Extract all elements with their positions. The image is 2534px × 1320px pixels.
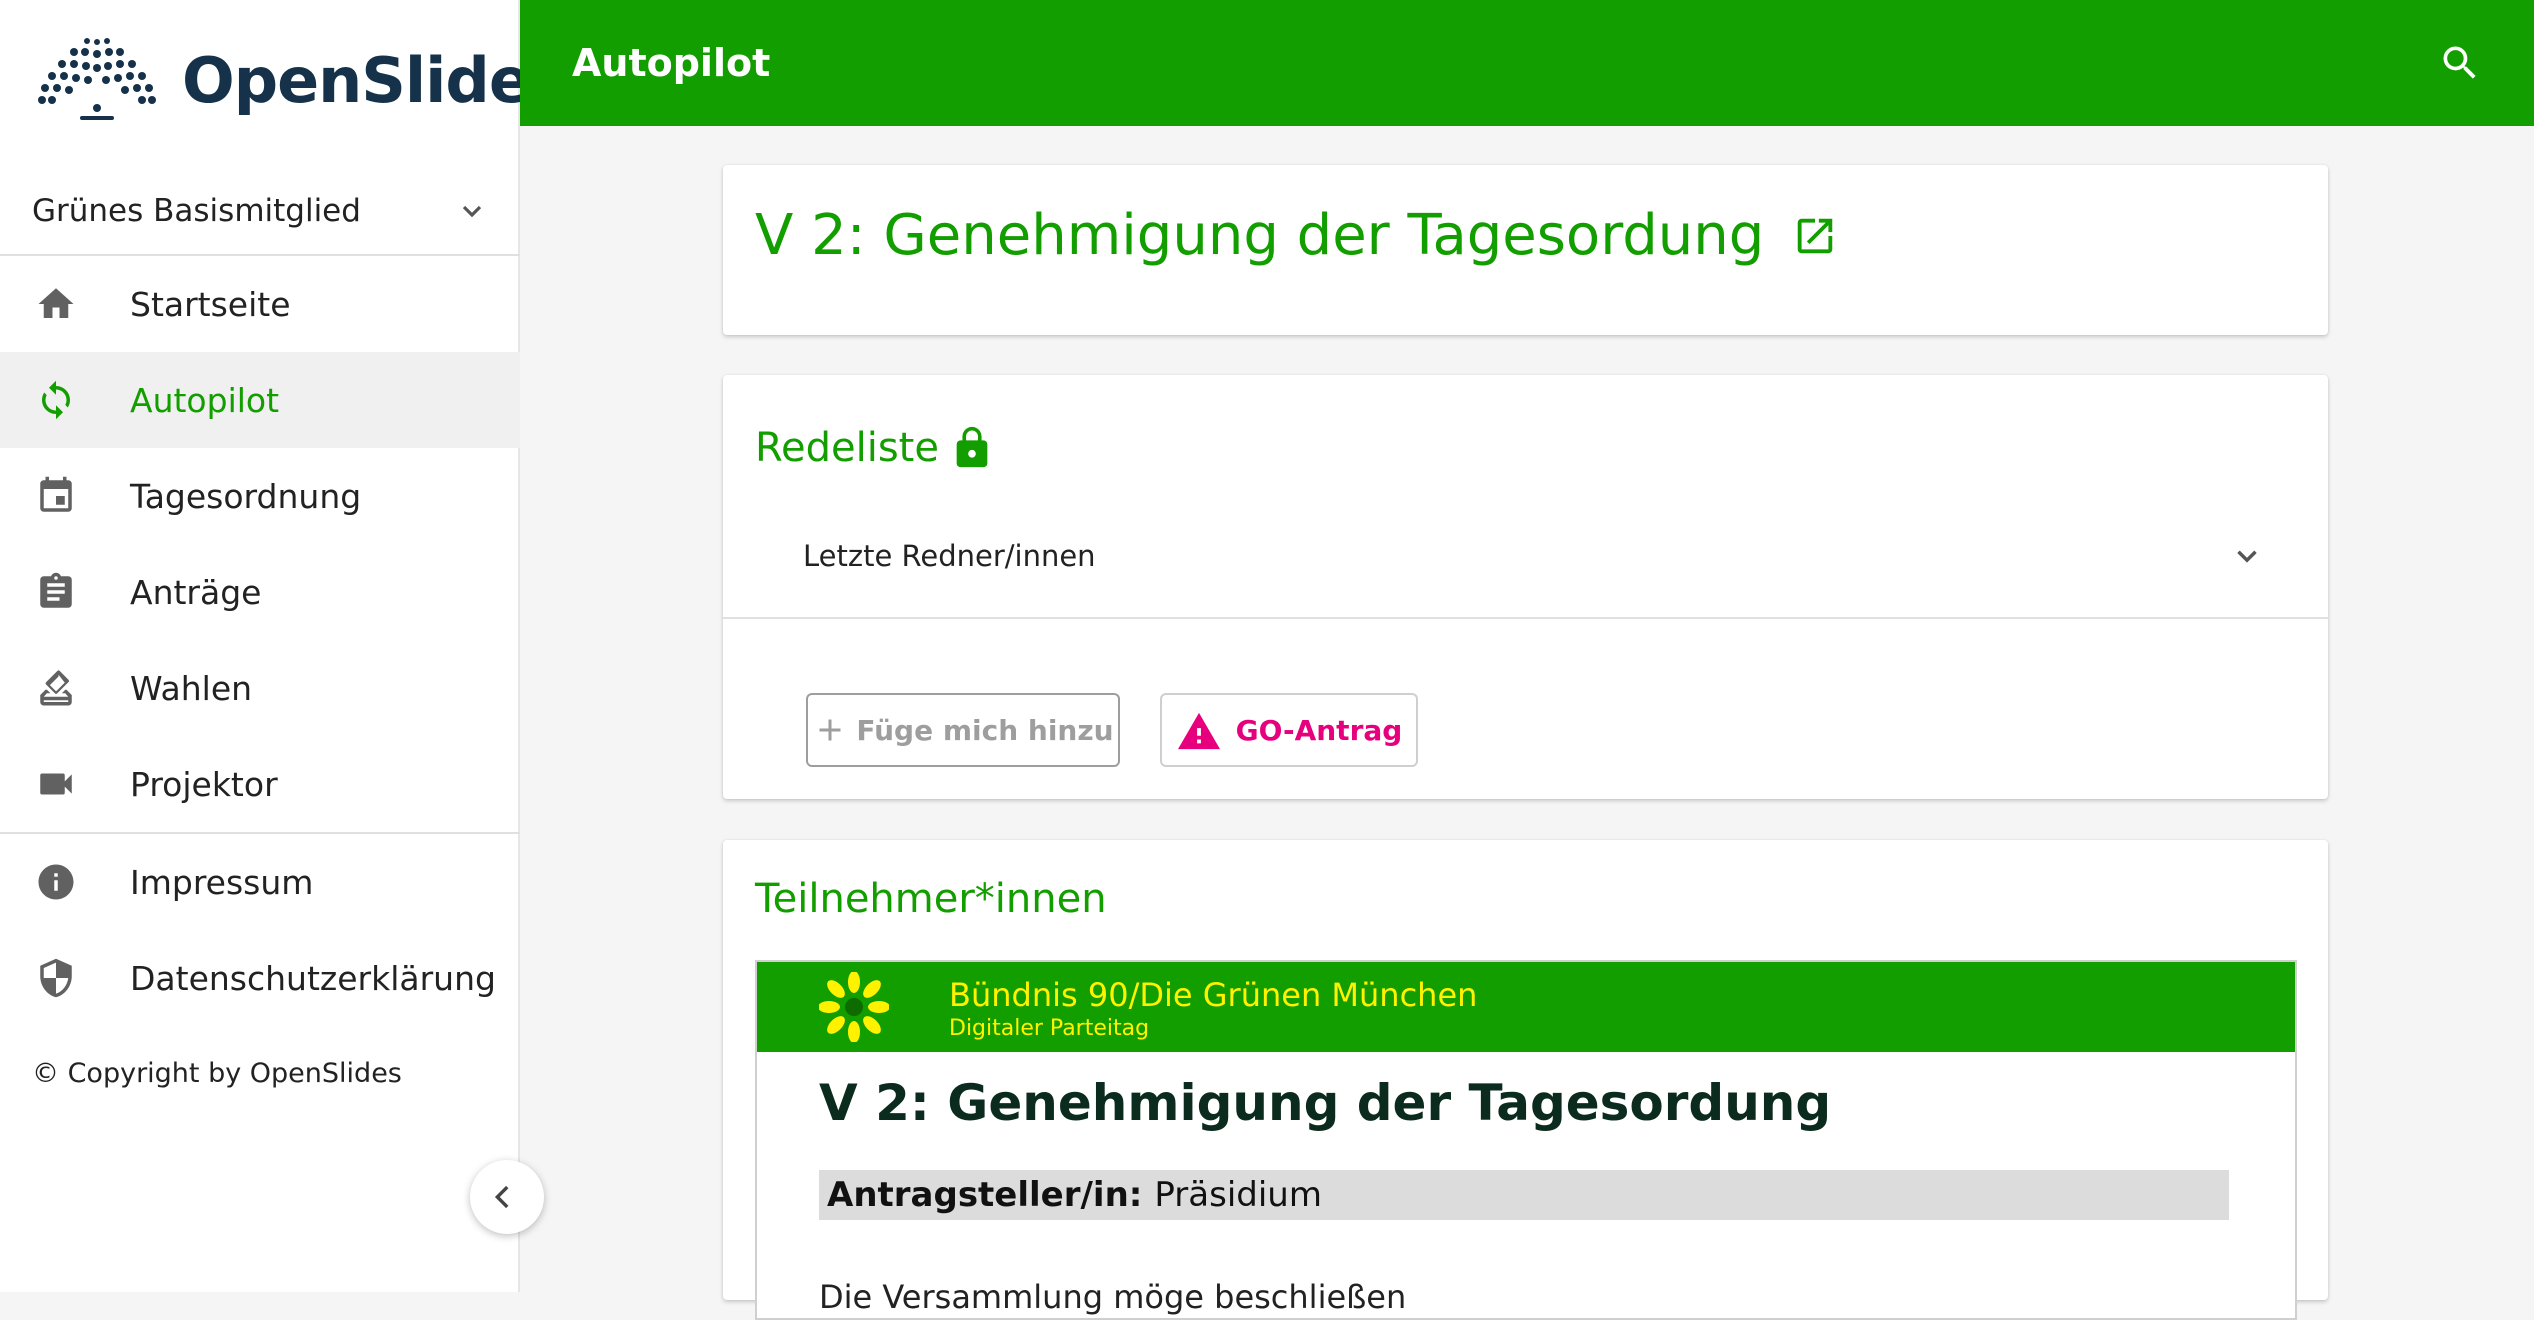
add-me-button[interactable]: Füge mich hinzu bbox=[806, 693, 1120, 767]
warning-icon bbox=[1177, 712, 1220, 750]
clipboard-icon bbox=[34, 570, 78, 614]
agenda-item-title-link[interactable]: V 2: Genehmigung der Tagesordung bbox=[755, 203, 1838, 268]
sidebar-item-antraege[interactable]: Anträge bbox=[0, 544, 520, 640]
projector-event-name: Digitaler Parteitag bbox=[949, 1016, 1150, 1041]
sidebar-item-wahlen[interactable]: Wahlen bbox=[0, 640, 520, 736]
point-of-order-label: GO-Antrag bbox=[1235, 713, 1403, 747]
speakers-heading: Redeliste bbox=[755, 425, 995, 471]
home-icon bbox=[34, 282, 78, 326]
user-menu[interactable]: Grünes Basismitglied bbox=[0, 168, 520, 256]
sidebar-item-tagesordnung[interactable]: Tagesordnung bbox=[0, 448, 520, 544]
last-speakers-expander[interactable]: Letzte Redner/innen bbox=[723, 495, 2328, 619]
chevron-down-icon bbox=[2237, 550, 2257, 563]
sidebar-item-autopilot[interactable]: Autopilot bbox=[0, 352, 520, 448]
app-name: OpenSlides bbox=[182, 43, 567, 117]
point-of-order-button[interactable]: GO-Antrag bbox=[1160, 693, 1418, 767]
autopilot-sync-icon bbox=[34, 378, 78, 422]
projector-header: Bündnis 90/Die Grünen München Digitaler … bbox=[757, 962, 2295, 1052]
copyright-text[interactable]: © Copyright by OpenSlides bbox=[32, 1058, 402, 1089]
plus-icon bbox=[819, 719, 841, 741]
app-logo[interactable]: OpenSlides bbox=[32, 30, 567, 130]
sidebar-item-label: Tagesordnung bbox=[130, 476, 362, 516]
sidebar-item-startseite[interactable]: Startseite bbox=[0, 256, 520, 352]
chevron-left-icon bbox=[494, 1185, 509, 1209]
info-icon bbox=[34, 860, 78, 904]
page-title: Autopilot bbox=[572, 41, 771, 85]
sidebar-info-nav: Impressum Datenschutzerklärung bbox=[0, 834, 520, 1026]
user-name: Grünes Basismitglied bbox=[32, 193, 361, 229]
sidebar-item-label: Wahlen bbox=[130, 668, 253, 708]
participants-card: Teilnehmer*innen Bündnis 90/Die Grünen M… bbox=[723, 840, 2328, 1320]
sidebar-item-impressum[interactable]: Impressum bbox=[0, 834, 520, 930]
ballot-box-icon bbox=[34, 666, 78, 710]
projector-slide-title: V 2: Genehmigung der Tagesordung bbox=[819, 1074, 1832, 1132]
sidebar-item-label: Startseite bbox=[130, 284, 291, 324]
sidebar-item-label: Anträge bbox=[130, 572, 262, 612]
sidebar-item-datenschutz[interactable]: Datenschutzerklärung bbox=[0, 930, 520, 1026]
add-me-label: Füge mich hinzu bbox=[856, 713, 1114, 747]
projector-slide-text: Die Versammlung möge beschließen bbox=[819, 1278, 1407, 1316]
calendar-icon bbox=[34, 474, 78, 518]
speakers-card: Redeliste Letzte Redner/innen Füge mich … bbox=[723, 375, 2328, 799]
submitter-label: Antragsteller/in: bbox=[827, 1175, 1143, 1215]
sidebar-item-projektor[interactable]: Projektor bbox=[0, 736, 520, 832]
participants-heading: Teilnehmer*innen bbox=[755, 876, 1107, 922]
sidebar-item-label: Projektor bbox=[130, 764, 278, 804]
search-icon[interactable] bbox=[2438, 41, 2482, 85]
chevron-down-icon bbox=[462, 205, 482, 218]
sidebar-nav: Startseite Autopilot Tagesordnung Anträg… bbox=[0, 256, 520, 834]
sidebar-item-label: Impressum bbox=[130, 862, 314, 902]
sidebar: OpenSlides Grünes Basismitglied Startsei… bbox=[0, 0, 567, 1292]
videocam-icon bbox=[34, 762, 78, 806]
projector-submitter: Antragsteller/in: Präsidium bbox=[819, 1170, 2229, 1220]
speakers-heading-label: Redeliste bbox=[755, 425, 939, 471]
top-toolbar: Autopilot bbox=[520, 0, 2534, 126]
sidebar-item-label: Datenschutzerklärung bbox=[130, 958, 496, 998]
last-speakers-label: Letzte Redner/innen bbox=[803, 539, 1096, 573]
shield-icon bbox=[34, 956, 78, 1000]
lock-icon bbox=[956, 426, 988, 468]
submitter-value: Präsidium bbox=[1154, 1175, 1322, 1215]
projector-preview[interactable]: Bündnis 90/Die Grünen München Digitaler … bbox=[755, 960, 2297, 1320]
agenda-item-card: V 2: Genehmigung der Tagesordung bbox=[723, 165, 2328, 335]
openslides-logo-icon bbox=[38, 38, 156, 120]
collapse-sidebar-button[interactable] bbox=[470, 1160, 544, 1234]
sidebar-item-label: Autopilot bbox=[130, 380, 280, 420]
sunflower-logo-icon bbox=[819, 972, 889, 1042]
projector-org-name: Bündnis 90/Die Grünen München bbox=[949, 976, 1478, 1014]
agenda-item-title: V 2: Genehmigung der Tagesordung bbox=[755, 203, 1765, 268]
open-in-new-icon[interactable] bbox=[1792, 213, 1838, 259]
